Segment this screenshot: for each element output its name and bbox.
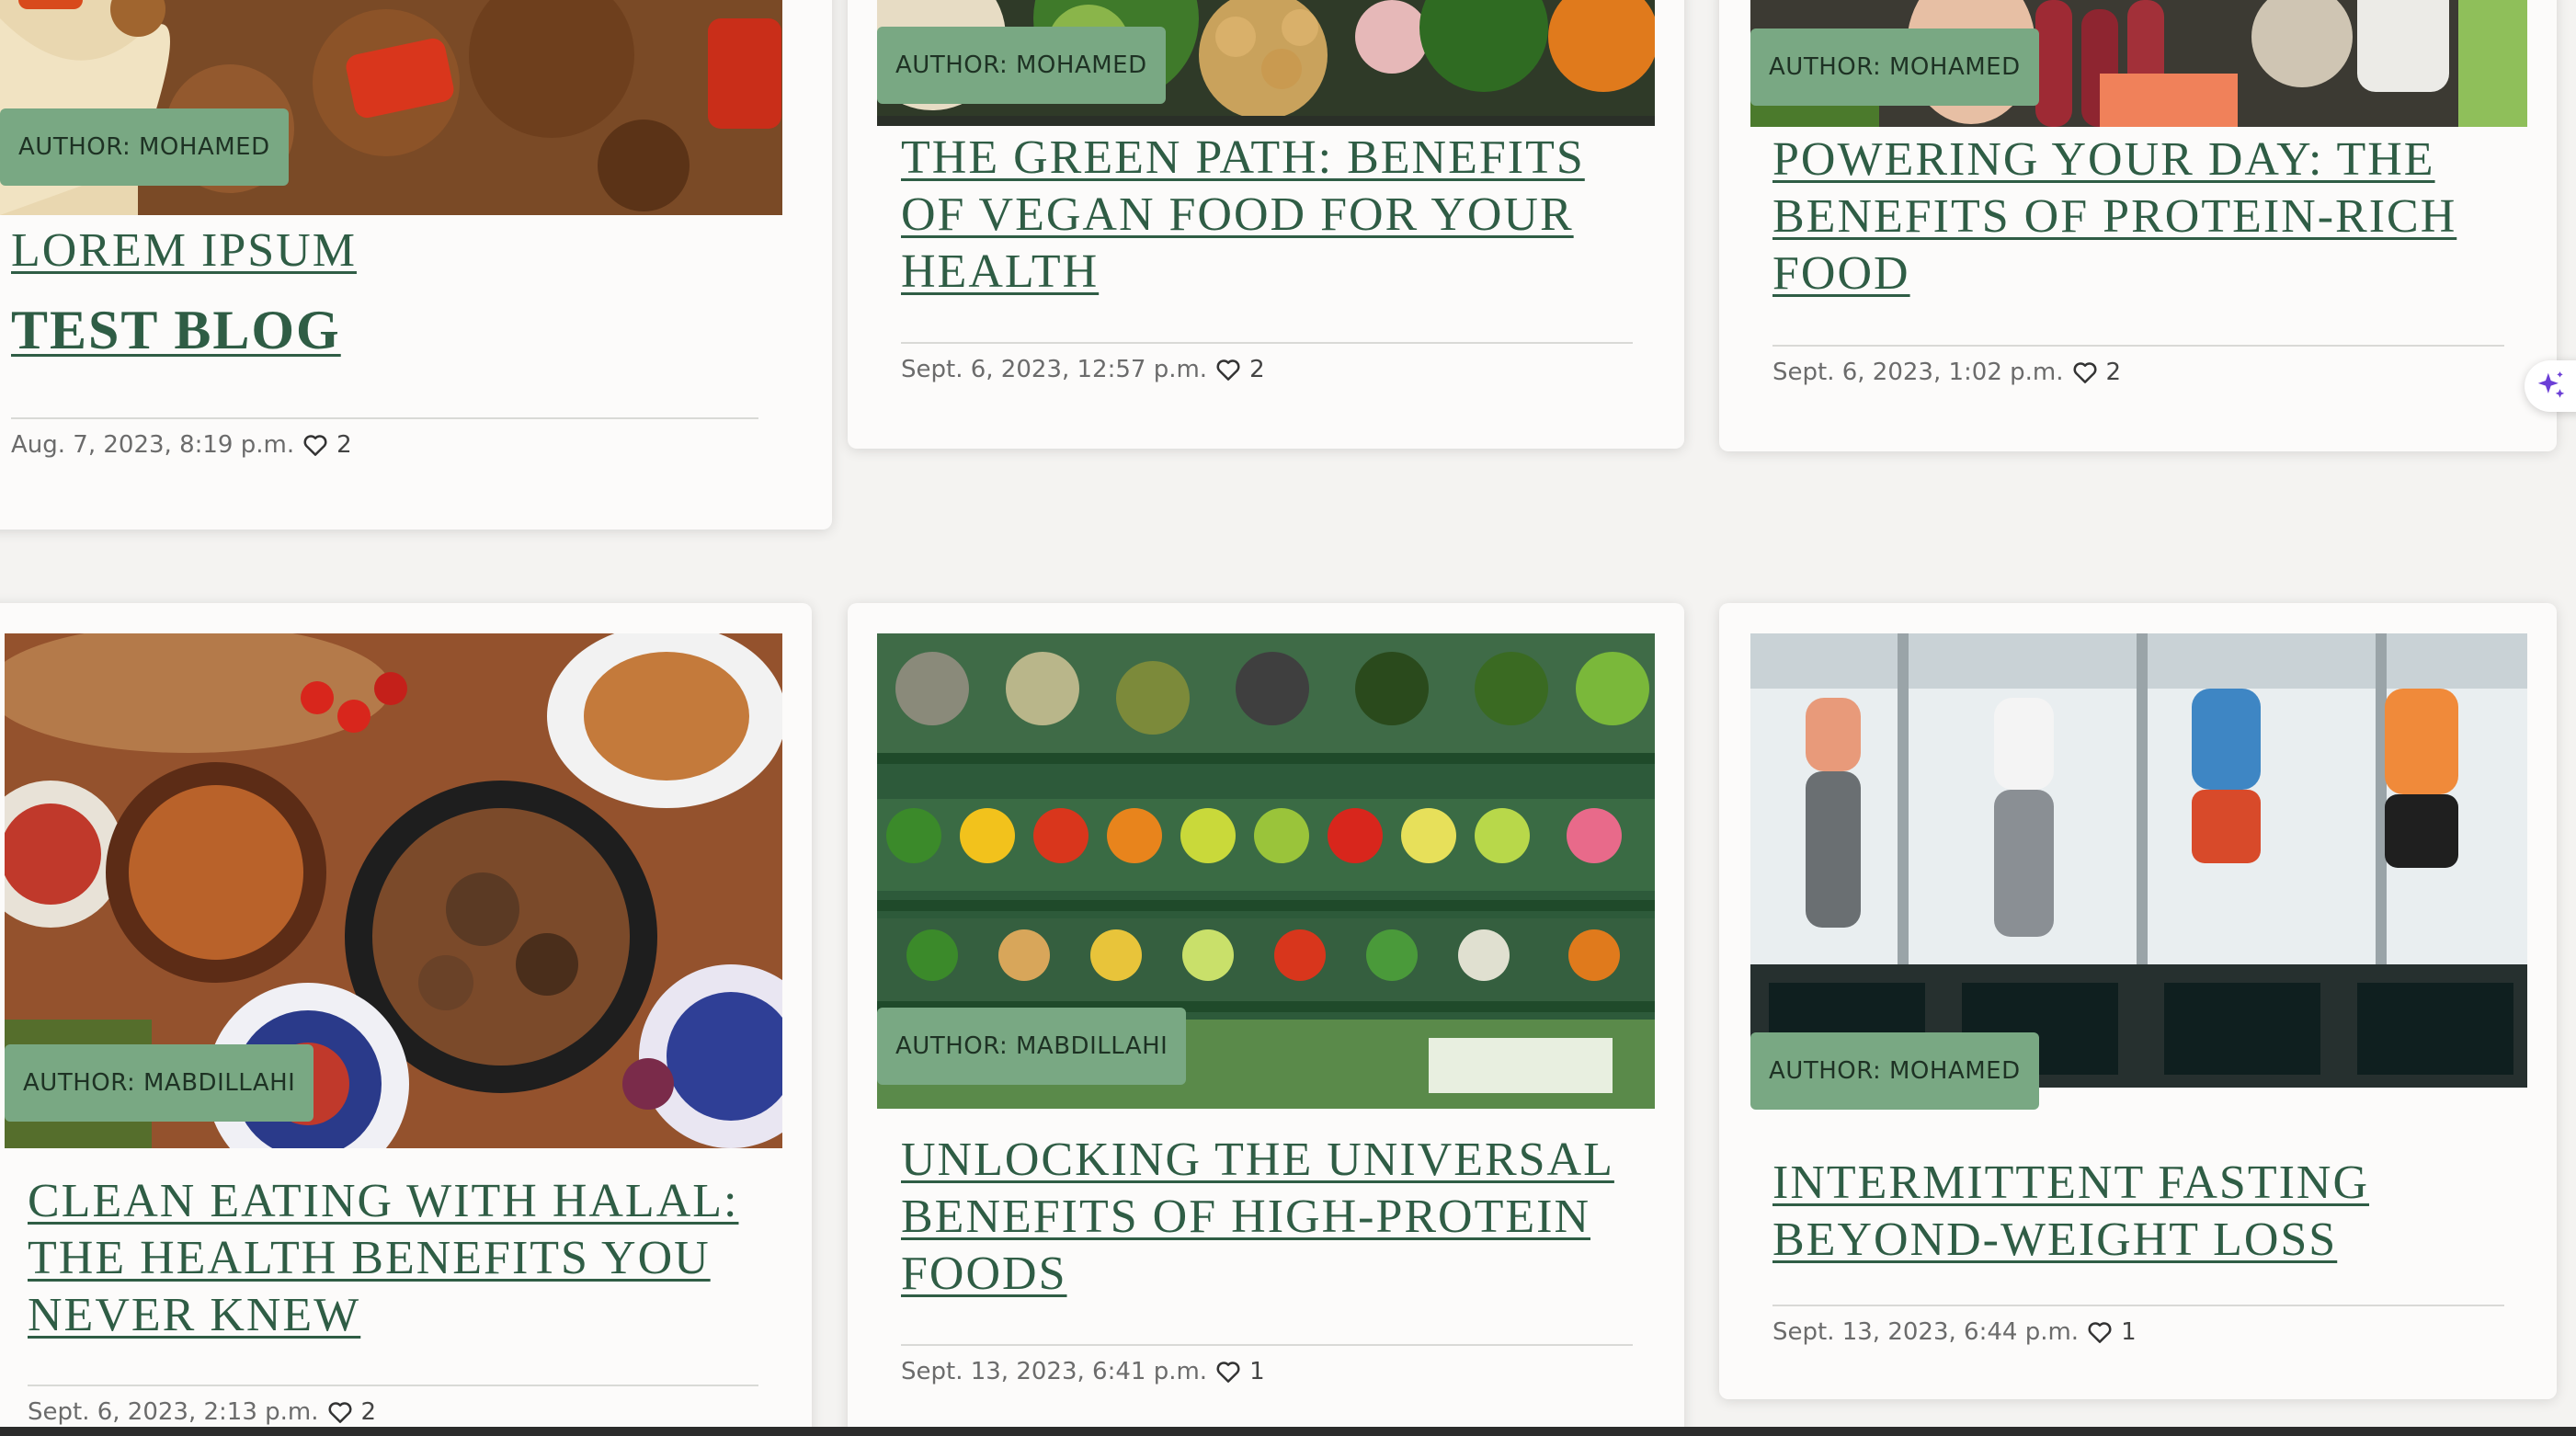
post-image-treadmill[interactable]	[1750, 633, 2527, 1088]
post-title[interactable]: CLEAN EATING WITH HALAL: THE HEALTH BENE…	[28, 1173, 781, 1344]
author-badge: AUTHOR: MABDILLAHI	[5, 1044, 314, 1122]
post-card: AUTHOR: MABDILLAHI CLEAN EATING WITH HAL…	[0, 603, 812, 1436]
divider	[1772, 1305, 2504, 1306]
like-count: 2	[1249, 356, 1265, 383]
divider	[1772, 345, 2504, 347]
post-title[interactable]: UNLOCKING THE UNIVERSAL BENEFITS OF HIGH…	[901, 1132, 1636, 1303]
post-card: AUTHOR: MOHAMED LOREM IPSUM TEST BLOG Au…	[0, 0, 832, 530]
heart-outline-icon[interactable]	[302, 431, 329, 459]
post-title[interactable]: POWERING YOUR DAY: THE BENEFITS OF PROTE…	[1772, 131, 2508, 302]
like-count: 2	[2105, 359, 2122, 386]
divider	[901, 1344, 1633, 1346]
heart-outline-icon[interactable]	[2071, 359, 2099, 386]
heart-outline-icon[interactable]	[326, 1398, 354, 1426]
author-badge: AUTHOR: MOHAMED	[877, 27, 1166, 104]
post-date: Sept. 6, 2023, 1:02 p.m.	[1772, 359, 2064, 386]
post-date: Sept. 6, 2023, 12:57 p.m.	[901, 356, 1208, 383]
post-card: AUTHOR: MOHAMED INTERMITTENT FASTING BEY…	[1719, 603, 2557, 1399]
window-bottom-edge	[0, 1427, 2576, 1436]
like-count: 2	[336, 431, 352, 459]
post-title[interactable]: INTERMITTENT FASTING BEYOND-WEIGHT LOSS	[1772, 1155, 2508, 1269]
post-title[interactable]: THE GREEN PATH: BENEFITS OF VEGAN FOOD F…	[901, 130, 1636, 301]
post-card: AUTHOR: MABDILLAHI UNLOCKING THE UNIVERS…	[848, 603, 1684, 1436]
post-meta: Sept. 13, 2023, 6:41 p.m. 1	[901, 1348, 1265, 1396]
post-date: Sept. 13, 2023, 6:41 p.m.	[901, 1358, 1208, 1385]
divider	[11, 417, 758, 419]
post-date: Aug. 7, 2023, 8:19 p.m.	[11, 431, 295, 459]
author-badge: AUTHOR: MOHAMED	[1750, 1032, 2039, 1110]
like-count: 2	[360, 1398, 377, 1426]
assistant-button[interactable]	[2525, 360, 2576, 412]
author-badge: AUTHOR: MOHAMED	[0, 108, 289, 186]
post-title-line-2[interactable]: TEST BLOG	[11, 302, 341, 359]
post-card: AUTHOR: MOHAMED POWERING YOUR DAY: THE B…	[1719, 0, 2557, 451]
heart-outline-icon[interactable]	[2086, 1318, 2114, 1346]
heart-outline-icon[interactable]	[1214, 356, 1242, 383]
like-count: 1	[2121, 1318, 2137, 1346]
post-meta: Aug. 7, 2023, 8:19 p.m. 2	[11, 421, 352, 469]
author-badge: AUTHOR: MOHAMED	[1750, 28, 2039, 106]
sparkle-icon	[2534, 369, 2569, 404]
heart-outline-icon[interactable]	[1214, 1358, 1242, 1385]
post-date: Sept. 6, 2023, 2:13 p.m.	[28, 1398, 319, 1426]
author-badge: AUTHOR: MABDILLAHI	[877, 1008, 1187, 1085]
post-meta: Sept. 6, 2023, 1:02 p.m. 2	[1772, 348, 2121, 396]
post-card: AUTHOR: MOHAMED THE GREEN PATH: BENEFITS…	[848, 0, 1684, 449]
like-count: 1	[1249, 1358, 1265, 1385]
post-title-line-1[interactable]: LOREM IPSUM	[11, 222, 357, 279]
divider	[28, 1385, 758, 1386]
post-meta: Sept. 6, 2023, 12:57 p.m. 2	[901, 346, 1265, 393]
divider	[901, 342, 1633, 344]
post-date: Sept. 13, 2023, 6:44 p.m.	[1772, 1318, 2080, 1346]
post-meta: Sept. 13, 2023, 6:44 p.m. 1	[1772, 1308, 2137, 1356]
